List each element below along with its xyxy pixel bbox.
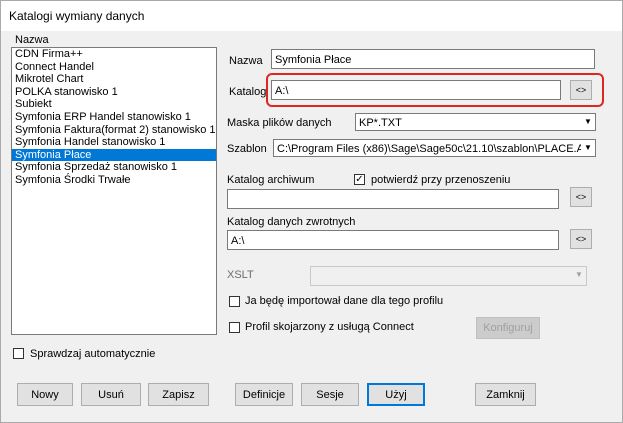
import-checkbox[interactable] [229,296,240,307]
xslt-select: ▼ [310,266,587,286]
connect-checkbox[interactable] [229,322,240,333]
auto-check-checkbox[interactable] [13,348,24,359]
list-item[interactable]: Subiekt [12,98,216,111]
nazwa-label: Nazwa [229,55,263,67]
chevron-down-icon[interactable]: ▼ [581,114,595,130]
zamknij-button[interactable]: Zamknij [475,383,536,406]
nazwa-input[interactable]: Symfonia Płace [271,49,595,69]
exchange-catalogs-dialog: Katalogi wymiany danych Nazwa CDN Firma+… [0,0,623,423]
nowy-button[interactable]: Nowy [17,383,73,406]
szablon-select-value: C:\Program Files (x86)\Sage\Sage50c\21.1… [277,143,584,155]
auto-check-label: Sprawdzaj automatycznie [30,348,156,360]
list-item[interactable]: Symfonia Faktura(format 2) stanowisko 1 [12,124,216,137]
szablon-select[interactable]: C:\Program Files (x86)\Sage\Sage50c\21.1… [273,139,596,157]
maska-select-value: KP*.TXT [359,117,402,129]
catalog-list[interactable]: CDN Firma++ Connect Handel Mikrotel Char… [11,47,217,335]
list-item[interactable]: Symfonia Sprzedaż stanowisko 1 [12,161,216,174]
list-item[interactable]: Connect Handel [12,61,216,74]
archiwum-browse-button[interactable]: <> [570,187,592,207]
import-label: Ja będę importował dane dla tego profilu [245,295,444,307]
title-bar: Katalogi wymiany danych [1,1,622,31]
konfiguruj-button: Konfiguruj [476,317,540,339]
sesje-button[interactable]: Sesje [301,383,359,406]
zwrotnych-label: Katalog danych zwrotnych [227,216,356,228]
potwierdz-checkbox[interactable]: ✓ [354,174,365,185]
usun-button[interactable]: Usuń [81,383,141,406]
maska-label: Maska plików danych [227,117,332,129]
list-item[interactable]: CDN Firma++ [12,48,216,61]
katalog-highlight-frame [266,73,604,107]
list-item[interactable]: Symfonia Handel stanowisko 1 [12,136,216,149]
potwierdz-label: potwierdź przy przenoszeniu [371,174,511,186]
list-item-selected[interactable]: Symfonia Płace [12,148,216,162]
zwrotnych-browse-button[interactable]: <> [570,229,592,249]
window-title: Katalogi wymiany danych [9,9,145,23]
definicje-button[interactable]: Definicje [235,383,293,406]
zwrotnych-input[interactable]: A:\ [227,230,559,250]
chevron-down-icon[interactable]: ▼ [581,140,595,156]
connect-label: Profil skojarzony z usługą Connect [245,321,414,333]
list-item[interactable]: POLKA stanowisko 1 [12,86,216,99]
maska-select[interactable]: KP*.TXT ▼ [355,113,596,131]
list-header-nazwa: Nazwa [15,34,49,46]
list-item[interactable]: Symfonia ERP Handel stanowisko 1 [12,111,216,124]
zapisz-button[interactable]: Zapisz [148,383,209,406]
xslt-label: XSLT [227,269,254,281]
archiwum-input[interactable] [227,189,559,209]
katalog-label: Katalog [229,86,267,98]
chevron-down-icon: ▼ [572,267,586,283]
szablon-label: Szablon [227,143,267,155]
uzyj-button[interactable]: Użyj [367,383,425,406]
list-item[interactable]: Symfonia Środki Trwałe [12,174,216,187]
archiwum-label: Katalog archiwum [227,174,315,186]
list-item[interactable]: Mikrotel Chart [12,73,216,86]
